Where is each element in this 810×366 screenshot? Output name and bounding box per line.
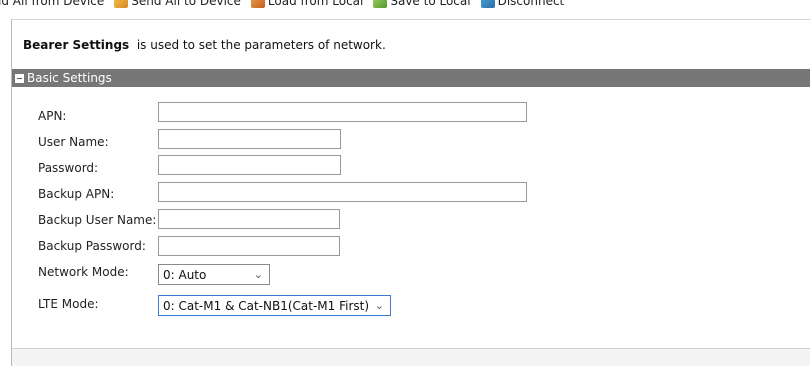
disconnect-button[interactable]: Disconnect (480, 0, 565, 8)
apn-row: APN: (38, 109, 158, 123)
user-name-input[interactable] (158, 129, 341, 149)
backup-password-input[interactable] (158, 236, 340, 256)
network-mode-row: Network Mode: (38, 265, 158, 279)
toolbar-item-label: ad All from Device (0, 0, 105, 8)
network-mode-value: 0: Auto (163, 267, 207, 282)
toolbar: ad All from Device Send All to Device Lo… (0, 0, 810, 10)
backup-password-row: Backup Password: (38, 239, 158, 253)
footer-strip (12, 349, 810, 366)
send-device-icon (114, 0, 129, 8)
page-description: Bearer Settings is used to set the param… (23, 38, 386, 52)
toolbar-item-label: Send All to Device (131, 0, 241, 8)
backup-user-name-row: Backup User Name: (38, 213, 158, 227)
collapse-icon[interactable] (15, 73, 24, 83)
user-name-label: User Name: (38, 135, 109, 149)
network-mode-label: Network Mode: (38, 265, 129, 279)
apn-label: APN: (38, 109, 67, 123)
load-local-icon (250, 0, 265, 8)
backup-user-name-input[interactable] (158, 209, 340, 229)
toolbar-item-label: Load from Local (267, 0, 364, 8)
page-title: Bearer Settings (23, 38, 130, 52)
chevron-down-icon: ⌄ (374, 299, 384, 312)
disconnect-icon (480, 0, 495, 8)
apn-input[interactable] (158, 102, 527, 122)
read-all-from-device-button[interactable]: ad All from Device (0, 0, 104, 8)
backup-apn-label: Backup APN: (38, 187, 115, 201)
backup-password-label: Backup Password: (38, 239, 146, 253)
backup-user-name-label: Backup User Name: (38, 213, 157, 227)
section-title: Basic Settings (27, 71, 112, 85)
network-mode-select[interactable]: 0: Auto ⌄ (158, 264, 270, 285)
chevron-down-icon: ⌄ (253, 268, 263, 281)
password-input[interactable] (158, 155, 341, 175)
lte-mode-row: LTE Mode: (38, 297, 158, 311)
save-local-icon (373, 0, 388, 8)
lte-mode-value: 0: Cat-M1 & Cat-NB1(Cat-M1 First) (163, 298, 370, 313)
page-description-text: is used to set the parameters of network… (129, 38, 386, 52)
lte-mode-select[interactable]: 0: Cat-M1 & Cat-NB1(Cat-M1 First) ⌄ (158, 295, 391, 316)
backup-apn-input[interactable] (158, 182, 527, 202)
backup-apn-row: Backup APN: (38, 187, 158, 201)
send-all-to-device-button[interactable]: Send All to Device (114, 0, 241, 8)
save-to-local-button[interactable]: Save to Local (373, 0, 471, 8)
toolbar-item-label: Save to Local (390, 0, 471, 8)
lte-mode-label: LTE Mode: (38, 297, 99, 311)
basic-settings-header[interactable]: Basic Settings (12, 69, 810, 87)
password-row: Password: (38, 161, 158, 175)
load-from-local-button[interactable]: Load from Local (250, 0, 364, 8)
toolbar-item-label: Disconnect (497, 0, 565, 8)
password-label: Password: (38, 161, 99, 175)
user-name-row: User Name: (38, 135, 158, 149)
